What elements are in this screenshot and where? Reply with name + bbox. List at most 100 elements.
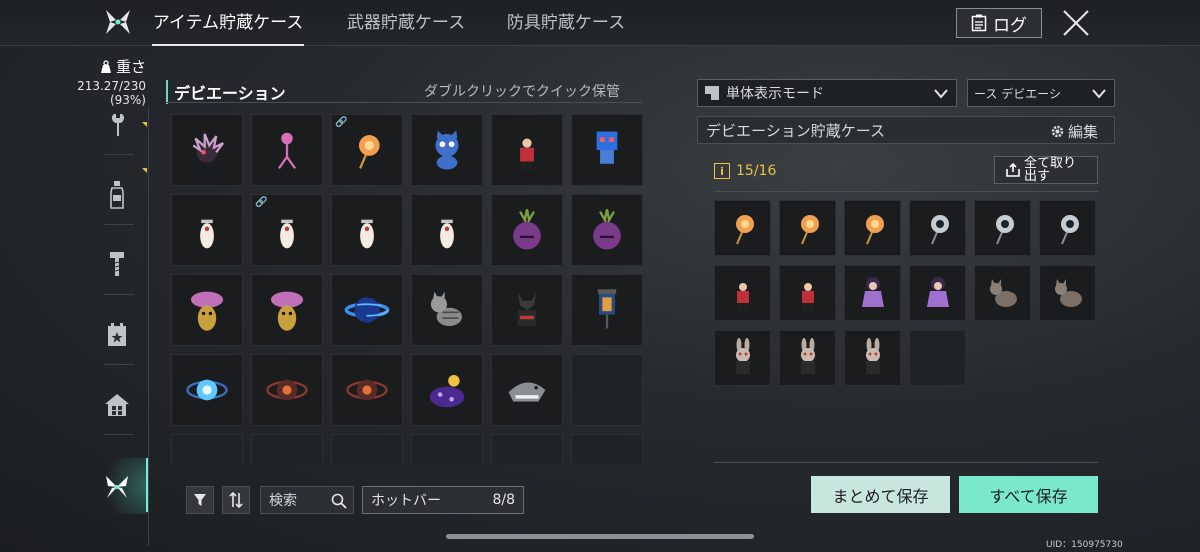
nutcracker-soldier-icon bbox=[736, 275, 749, 311]
sidebar-item-materials[interactable] bbox=[100, 248, 134, 282]
silver-orb-staff-icon bbox=[1060, 215, 1079, 245]
storage-slot[interactable] bbox=[909, 200, 966, 256]
inventory-slot[interactable] bbox=[331, 274, 403, 346]
storage-slot[interactable] bbox=[844, 330, 901, 386]
storage-slot[interactable] bbox=[844, 200, 901, 256]
inventory-slot[interactable] bbox=[171, 194, 243, 266]
sidebar-item-events[interactable] bbox=[100, 318, 134, 352]
hotbar-selector[interactable]: ホットバー 8/8 bbox=[362, 486, 524, 514]
inventory-slot[interactable] bbox=[251, 114, 323, 186]
clipboard-icon bbox=[971, 14, 987, 32]
inventory-slot[interactable] bbox=[251, 354, 323, 426]
home-indicator[interactable] bbox=[446, 534, 754, 539]
edit-button[interactable]: 編集 bbox=[1050, 121, 1098, 142]
sidebar-divider bbox=[104, 294, 134, 295]
inventory-slot[interactable] bbox=[171, 354, 243, 426]
save-all-button[interactable]: すべて保存 bbox=[959, 476, 1098, 513]
pink-stick-figure-icon bbox=[278, 132, 296, 170]
nutcracker-soldier-icon bbox=[801, 275, 814, 311]
inventory-slot[interactable] bbox=[571, 274, 643, 346]
empty-slot[interactable] bbox=[171, 434, 243, 464]
filter-button[interactable] bbox=[186, 486, 214, 514]
storage-slot[interactable] bbox=[779, 330, 836, 386]
orange-orb-staff-icon bbox=[735, 215, 754, 245]
penguin-figure-icon bbox=[356, 215, 378, 250]
storage-slot[interactable] bbox=[974, 265, 1031, 321]
inventory-slot[interactable] bbox=[331, 354, 403, 426]
empty-slot[interactable] bbox=[411, 434, 483, 464]
sidebar: 重さ 213.27/230 (93%) bbox=[0, 46, 150, 552]
edit-label: 編集 bbox=[1067, 123, 1098, 141]
sort-button[interactable] bbox=[222, 486, 250, 514]
inventory-slot[interactable] bbox=[411, 194, 483, 266]
search-icon bbox=[331, 493, 347, 509]
inventory-slot[interactable] bbox=[171, 114, 243, 186]
storage-slot[interactable] bbox=[714, 200, 771, 256]
empty-slot[interactable] bbox=[571, 354, 643, 426]
inventory-slot[interactable]: 🔗 bbox=[331, 114, 403, 186]
inventory-slot[interactable] bbox=[331, 194, 403, 266]
empty-slot[interactable] bbox=[571, 434, 643, 464]
inventory-slot[interactable] bbox=[171, 274, 243, 346]
empty-slot[interactable] bbox=[331, 434, 403, 464]
bottle-icon bbox=[110, 181, 124, 209]
tab-armor-storage-label: 防具貯蔵ケース bbox=[506, 13, 626, 33]
empty-slot[interactable] bbox=[491, 434, 563, 464]
view-mode-dropdown[interactable]: 単体表示モード bbox=[697, 79, 957, 107]
view-mode-label: 単体表示モード bbox=[726, 86, 824, 102]
sidebar-item-tools[interactable] bbox=[100, 108, 134, 142]
storage-slot[interactable] bbox=[779, 265, 836, 321]
storage-slot[interactable] bbox=[1039, 265, 1096, 321]
inventory-slot[interactable] bbox=[491, 354, 563, 426]
orange-orb-staff-icon bbox=[865, 215, 884, 245]
inventory-slot[interactable] bbox=[411, 354, 483, 426]
inventory-slot[interactable] bbox=[571, 194, 643, 266]
storage-filter-dropdown[interactable]: ース デビエーシ bbox=[967, 79, 1115, 107]
inventory-slot[interactable] bbox=[491, 114, 563, 186]
log-button[interactable]: ログ bbox=[956, 8, 1042, 38]
storage-slot[interactable] bbox=[974, 200, 1031, 256]
sidebar-item-housing[interactable] bbox=[100, 388, 134, 422]
close-icon[interactable] bbox=[1058, 6, 1094, 40]
sidebar-item-deviations[interactable] bbox=[100, 470, 134, 504]
sort-icon bbox=[229, 492, 243, 508]
inventory-slot[interactable] bbox=[571, 114, 643, 186]
inventory-slot[interactable] bbox=[411, 274, 483, 346]
search-input-label: 検索 bbox=[269, 493, 297, 509]
inventory-slot[interactable] bbox=[411, 114, 483, 186]
empty-slot[interactable] bbox=[909, 330, 966, 386]
bulk-save-button[interactable]: まとめて保存 bbox=[811, 476, 950, 513]
tab-armor-storage[interactable]: 防具貯蔵ケース bbox=[496, 0, 636, 46]
storage-slot[interactable] bbox=[714, 330, 771, 386]
sidebar-divider bbox=[104, 364, 134, 365]
penguin-figure-icon bbox=[276, 215, 298, 250]
storage-slot[interactable] bbox=[779, 200, 836, 256]
info-icon: i bbox=[714, 163, 730, 179]
sidebar-divider bbox=[104, 434, 134, 435]
sidebar-item-consumables[interactable] bbox=[100, 178, 134, 212]
weight-icon bbox=[100, 59, 111, 73]
storage-slot[interactable] bbox=[909, 265, 966, 321]
inventory-slot[interactable] bbox=[491, 274, 563, 346]
inventory-slot[interactable] bbox=[491, 194, 563, 266]
sidebar-new-marker bbox=[142, 122, 147, 127]
penguin-figure-icon bbox=[436, 215, 458, 250]
link-icon: 🔗 bbox=[335, 117, 348, 128]
onion-creature-icon bbox=[593, 209, 621, 250]
empty-slot[interactable] bbox=[251, 434, 323, 464]
storage-slot[interactable] bbox=[714, 265, 771, 321]
weight-value: 213.27/230 bbox=[77, 79, 146, 93]
storage-slot[interactable] bbox=[844, 265, 901, 321]
search-input[interactable]: 検索 bbox=[260, 486, 354, 514]
purple-doll-icon bbox=[926, 277, 949, 307]
bunny-figure-icon bbox=[865, 338, 880, 374]
butterfly-icon bbox=[106, 476, 128, 498]
tab-weapon-storage[interactable]: 武器貯蔵ケース bbox=[336, 0, 476, 46]
inventory-slot[interactable]: 🔗 bbox=[251, 194, 323, 266]
inventory-slot[interactable] bbox=[251, 274, 323, 346]
storage-slot[interactable] bbox=[1039, 200, 1096, 256]
wrench-icon bbox=[112, 114, 124, 136]
take-all-button[interactable]: 全て取り出す bbox=[994, 156, 1098, 184]
tab-item-storage[interactable]: アイテム貯蔵ケース bbox=[152, 0, 304, 46]
dark-dog-figure-icon bbox=[517, 291, 537, 327]
